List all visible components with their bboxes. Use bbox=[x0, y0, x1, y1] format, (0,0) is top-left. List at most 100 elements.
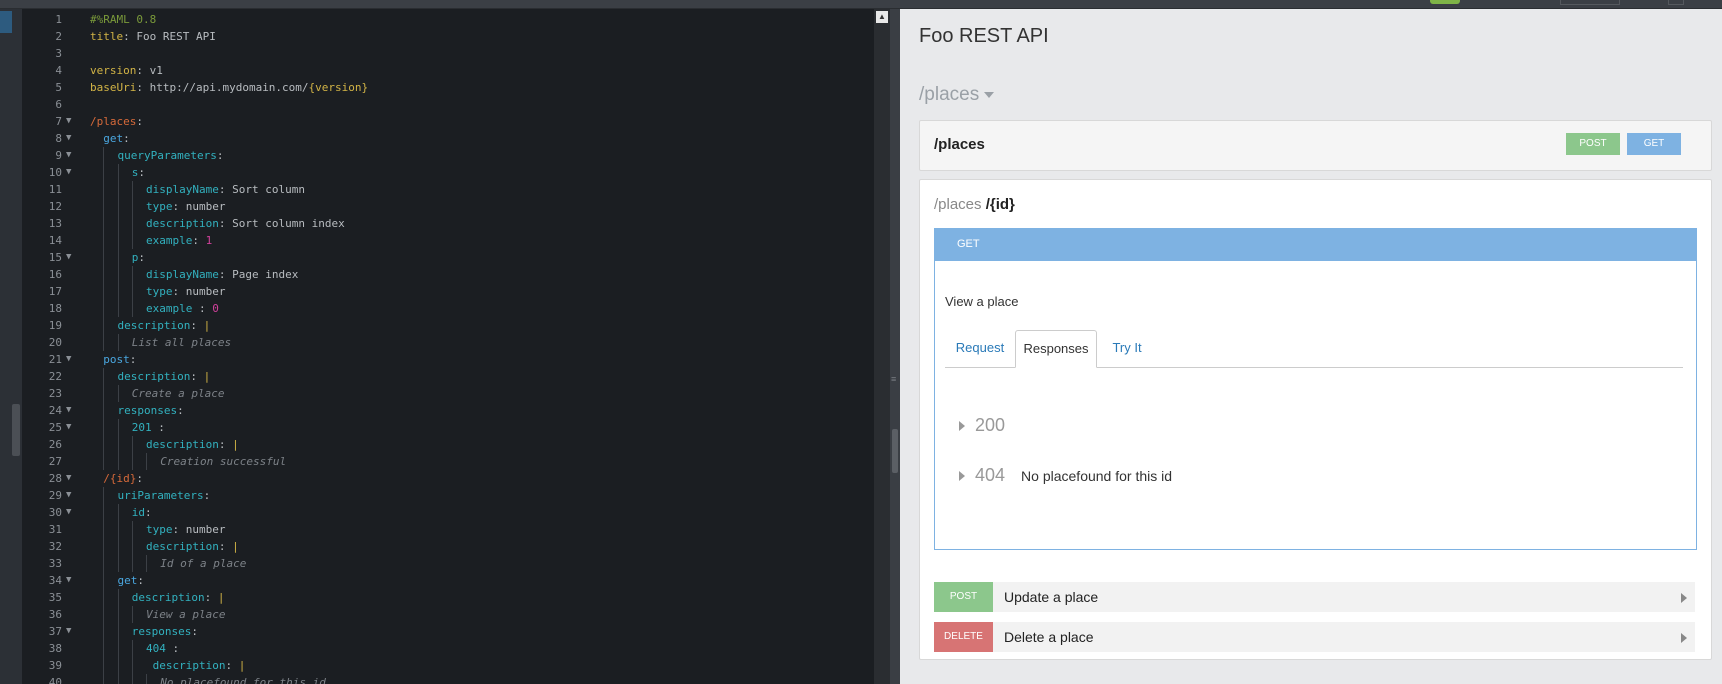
action-update-place[interactable]: POST Update a place bbox=[934, 582, 1695, 612]
response-200[interactable]: 200 bbox=[959, 415, 1005, 441]
code-token: List all places bbox=[131, 336, 232, 349]
code-line[interactable]: 5 baseUri: http://api.mydomain.com/{versi… bbox=[22, 79, 874, 96]
code-line[interactable]: 22 description: | bbox=[22, 368, 874, 385]
fold-arrow-icon[interactable]: ▼ bbox=[66, 487, 71, 504]
code-editor[interactable]: 1 #%RAML 0.8 2 title: Foo REST API 3 4 version… bbox=[22, 9, 874, 684]
code-line[interactable]: 38 404 : bbox=[22, 640, 874, 657]
code-line[interactable]: 28 ▼ /{id}: bbox=[22, 470, 874, 487]
line-number: 6 bbox=[55, 98, 62, 111]
code-line[interactable]: 29 ▼ uriParameters: bbox=[22, 487, 874, 504]
code-line[interactable]: 15 ▼ p: bbox=[22, 249, 874, 266]
code-line[interactable]: 6 bbox=[22, 96, 874, 113]
code-line[interactable]: 16 displayName: Page index bbox=[22, 266, 874, 283]
code-line[interactable]: 14 example: 1 bbox=[22, 232, 874, 249]
code-line[interactable]: 24 ▼ responses: bbox=[22, 402, 874, 419]
code-line[interactable]: 30 ▼ id: bbox=[22, 504, 874, 521]
code-token: responses bbox=[131, 625, 192, 638]
code-line[interactable]: 18 example : 0 bbox=[22, 300, 874, 317]
code-text: List all places bbox=[90, 334, 231, 351]
fold-arrow-icon[interactable]: ▼ bbox=[66, 623, 71, 640]
response-404[interactable]: 404 No placefound for this id bbox=[959, 465, 1172, 491]
pane-splitter[interactable]: ≡ bbox=[890, 9, 900, 684]
code-token: responses bbox=[117, 404, 178, 417]
code-line[interactable]: 11 displayName: Sort column bbox=[22, 181, 874, 198]
fold-arrow-icon[interactable]: ▼ bbox=[66, 402, 71, 419]
code-line[interactable]: 27 Creation successful bbox=[22, 453, 874, 470]
selected-file-marker[interactable] bbox=[0, 11, 12, 33]
expand-arrow-icon bbox=[959, 421, 965, 432]
editor-scrollbar[interactable]: ▲ bbox=[874, 9, 890, 684]
code-line[interactable]: 37 ▼ responses: bbox=[22, 623, 874, 640]
toolbar-segment[interactable] bbox=[1668, 0, 1684, 5]
code-line[interactable]: 7 ▼ /places: bbox=[22, 113, 874, 130]
code-text: responses: bbox=[90, 402, 184, 419]
code-line[interactable]: 10 ▼ s: bbox=[22, 164, 874, 181]
code-token: description bbox=[146, 438, 219, 451]
code-line[interactable]: 40 No placefound for this id bbox=[22, 674, 874, 684]
code-line[interactable]: 3 bbox=[22, 45, 874, 62]
code-line[interactable]: 2 title: Foo REST API bbox=[22, 28, 874, 45]
code-line[interactable]: 33 Id of a place bbox=[22, 555, 874, 572]
code-text: get: bbox=[90, 130, 130, 147]
get-method-button[interactable]: GET bbox=[1627, 133, 1681, 155]
code-line[interactable]: 36 View a place bbox=[22, 606, 874, 623]
code-line[interactable]: 23 Create a place bbox=[22, 385, 874, 402]
code-line[interactable]: 12 type: number bbox=[22, 198, 874, 215]
fold-arrow-icon[interactable]: ▼ bbox=[66, 130, 71, 147]
code-line[interactable]: 31 type: number bbox=[22, 521, 874, 538]
code-token: displayName bbox=[146, 183, 219, 196]
code-token: description bbox=[131, 591, 205, 604]
code-text: example : 0 bbox=[90, 300, 219, 317]
action-label: Update a place bbox=[1004, 589, 1099, 605]
code-line[interactable]: 39 description: | bbox=[22, 657, 874, 674]
code-line[interactable]: 34 ▼ get: bbox=[22, 572, 874, 589]
method-header[interactable]: GET bbox=[935, 229, 1696, 261]
line-number: 29 bbox=[48, 489, 62, 502]
fold-arrow-icon[interactable]: ▼ bbox=[66, 351, 71, 368]
line-number: 19 bbox=[48, 319, 62, 332]
code-line[interactable]: 1 #%RAML 0.8 bbox=[22, 11, 874, 28]
code-text: baseUri: http://api.mydomain.com/{versio… bbox=[90, 79, 368, 96]
code-line[interactable]: 13 description: Sort column index bbox=[22, 215, 874, 232]
fold-arrow-icon[interactable]: ▼ bbox=[66, 572, 71, 589]
line-number: 18 bbox=[48, 302, 62, 315]
fold-arrow-icon[interactable]: ▼ bbox=[66, 249, 71, 266]
child-path: /{id} bbox=[985, 196, 1015, 213]
fold-arrow-icon[interactable]: ▼ bbox=[66, 419, 71, 436]
scroll-up-icon[interactable]: ▲ bbox=[876, 11, 888, 23]
code-line[interactable]: 17 type: number bbox=[22, 283, 874, 300]
code-token: | bbox=[232, 438, 239, 451]
subresource-path: /places /{id} bbox=[934, 196, 1015, 213]
code-line[interactable]: 21 ▼ post: bbox=[22, 351, 874, 368]
fold-arrow-icon[interactable]: ▼ bbox=[66, 164, 71, 181]
code-token: description bbox=[117, 370, 191, 383]
toolbar-segment[interactable] bbox=[1560, 0, 1620, 5]
fold-arrow-icon[interactable]: ▼ bbox=[66, 504, 71, 521]
fold-arrow-icon[interactable]: ▼ bbox=[66, 147, 71, 164]
tab-request[interactable]: Request bbox=[945, 330, 1015, 366]
code-line[interactable]: 20 List all places bbox=[22, 334, 874, 351]
resource-group-toggle[interactable]: /places bbox=[919, 84, 995, 106]
code-line[interactable]: 19 description: | bbox=[22, 317, 874, 334]
tab-responses[interactable]: Responses bbox=[1015, 330, 1097, 368]
code-line[interactable]: 8 ▼ get: bbox=[22, 130, 874, 147]
resource-header[interactable]: /places POST GET bbox=[919, 120, 1712, 171]
code-line[interactable]: 32 description: | bbox=[22, 538, 874, 555]
code-text: description: | bbox=[90, 657, 245, 674]
code-token: : number bbox=[172, 200, 226, 213]
sidebar-resize-handle[interactable] bbox=[12, 404, 20, 456]
code-line[interactable]: 35 description: | bbox=[22, 589, 874, 606]
splitter-handle[interactable] bbox=[892, 429, 898, 473]
action-delete-place[interactable]: DELETE Delete a place bbox=[934, 622, 1695, 652]
code-token: version bbox=[90, 64, 137, 77]
fold-arrow-icon[interactable]: ▼ bbox=[66, 470, 71, 487]
code-token: : http://api.mydomain.com/ bbox=[136, 81, 309, 94]
code-line[interactable]: 4 version: v1 bbox=[22, 62, 874, 79]
post-method-button[interactable]: POST bbox=[1566, 133, 1620, 155]
resource-group-label: /places bbox=[919, 84, 980, 105]
code-line[interactable]: 26 description: | bbox=[22, 436, 874, 453]
fold-arrow-icon[interactable]: ▼ bbox=[66, 113, 71, 130]
code-line[interactable]: 9 ▼ queryParameters: bbox=[22, 147, 874, 164]
tab-try-it[interactable]: Try It bbox=[1097, 330, 1157, 366]
code-line[interactable]: 25 ▼ 201 : bbox=[22, 419, 874, 436]
